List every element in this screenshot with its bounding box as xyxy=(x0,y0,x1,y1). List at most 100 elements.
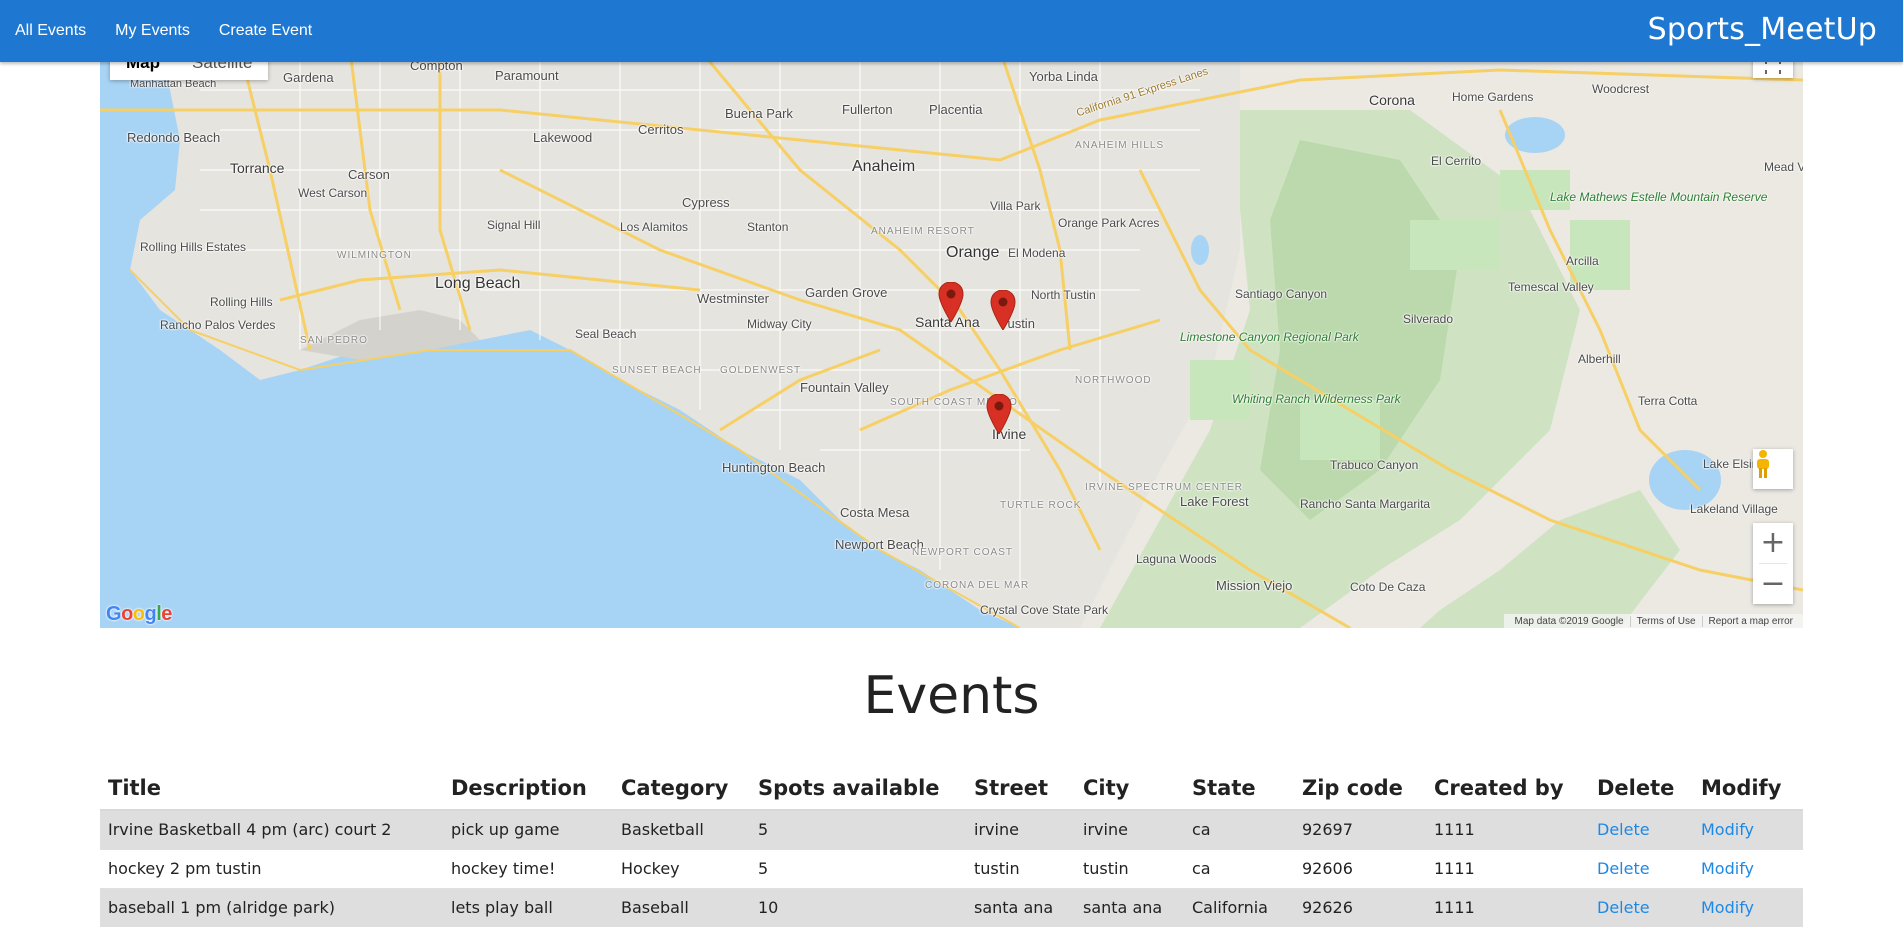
place-paramount: Paramount xyxy=(495,68,559,83)
place-goldenwest: GOLDENWEST xyxy=(720,365,802,376)
place-corona: Corona xyxy=(1369,92,1415,108)
report-map-error-link[interactable]: Report a map error xyxy=(1701,615,1799,627)
place-anaheim-hills: ANAHEIM HILLS xyxy=(1075,140,1165,151)
cell-state: California xyxy=(1184,887,1294,927)
place-gardena: Gardena xyxy=(283,70,334,85)
column-header-title: Title xyxy=(100,767,443,811)
cell-zip: 92606 xyxy=(1294,848,1426,888)
place-sunset-beach: SUNSET BEACH xyxy=(612,365,702,376)
cell-description: lets play ball xyxy=(443,887,613,927)
cell-zip: 92697 xyxy=(1294,809,1426,849)
cell-delete: Delete xyxy=(1589,809,1693,849)
place-lakeland-village: Lakeland Village xyxy=(1690,502,1778,516)
place-stanton: Stanton xyxy=(747,220,789,234)
place-fullerton: Fullerton xyxy=(842,102,893,117)
cell-created-by: 1111 xyxy=(1426,809,1589,849)
column-header-created-by: Created by xyxy=(1426,767,1589,811)
place-los-alamitos: Los Alamitos xyxy=(620,220,689,234)
place-lake-elsinore: Lake Elsin xyxy=(1703,457,1759,471)
place-lake-forest: Lake Forest xyxy=(1180,494,1249,509)
place-wilmington: WILMINGTON xyxy=(337,250,412,261)
column-header-delete: Delete xyxy=(1589,767,1693,811)
cell-city: irvine xyxy=(1075,809,1184,849)
table-row: hockey 2 pm tustin hockey time! Hockey 5… xyxy=(100,848,1803,888)
zoom-in-button[interactable]: + xyxy=(1753,523,1793,563)
place-villa-park: Villa Park xyxy=(990,199,1041,213)
place-rolling-hills: Rolling Hills xyxy=(210,295,273,309)
zoom-out-button[interactable]: − xyxy=(1753,564,1793,604)
cell-description: hockey time! xyxy=(443,848,613,888)
place-corona-del-mar: CORONA DEL MAR xyxy=(925,580,1030,591)
place-midway-city: Midway City xyxy=(747,317,812,331)
place-signal-hill: Signal Hill xyxy=(487,218,541,232)
place-san-pedro: SAN PEDRO xyxy=(300,335,368,346)
column-header-city: City xyxy=(1075,767,1184,811)
place-irvine-spectrum: IRVINE SPECTRUM CENTER xyxy=(1085,482,1243,493)
place-mead-valley: Mead V xyxy=(1764,160,1803,174)
place-anaheim: Anaheim xyxy=(852,158,916,175)
modify-link[interactable]: Modify xyxy=(1701,898,1754,917)
place-huntington-beach: Huntington Beach xyxy=(722,460,826,475)
cell-street: santa ana xyxy=(966,887,1075,927)
map-attribution: Map data ©2019 Google Terms of Use Repor… xyxy=(1504,614,1803,628)
place-terra-cotta: Terra Cotta xyxy=(1638,394,1698,408)
delete-link[interactable]: Delete xyxy=(1597,859,1650,878)
place-woodcrest: Woodcrest xyxy=(1592,82,1650,96)
table-header-row: Title Description Category Spots availab… xyxy=(100,767,1803,811)
place-laguna-woods: Laguna Woods xyxy=(1136,552,1217,566)
place-home-gardens: Home Gardens xyxy=(1452,90,1534,104)
cell-category: Hockey xyxy=(613,848,750,888)
cell-modify: Modify xyxy=(1693,848,1803,888)
place-turtle-rock: TURTLE ROCK xyxy=(1000,500,1082,511)
events-map[interactable]: Manhattan Beach Gardena Compton Paramoun… xyxy=(100,50,1803,628)
google-logo[interactable]: Google xyxy=(106,603,172,626)
map-data-credit: Map data ©2019 Google xyxy=(1514,615,1624,627)
column-header-state: State xyxy=(1184,767,1294,811)
column-header-spots: Spots available xyxy=(750,767,966,811)
place-cerritos: Cerritos xyxy=(638,122,684,137)
street-view-button[interactable] xyxy=(1753,449,1793,489)
table-row: baseball 1 pm (alridge park) lets play b… xyxy=(100,887,1803,927)
delete-link[interactable]: Delete xyxy=(1597,820,1650,839)
nav-create-event[interactable]: Create Event xyxy=(219,22,312,40)
cell-created-by: 1111 xyxy=(1426,848,1589,888)
place-trabuco-canyon: Trabuco Canyon xyxy=(1330,458,1419,472)
place-alberhill: Alberhill xyxy=(1578,352,1621,366)
event-marker-tustin[interactable] xyxy=(990,290,1016,330)
pegman-icon xyxy=(1757,450,1769,478)
nav-all-events[interactable]: All Events xyxy=(15,22,86,40)
cell-street: irvine xyxy=(966,809,1075,849)
terms-of-use-link[interactable]: Terms of Use xyxy=(1629,615,1702,627)
cell-category: Basketball xyxy=(613,809,750,849)
cell-street: tustin xyxy=(966,848,1075,888)
modify-link[interactable]: Modify xyxy=(1701,820,1754,839)
place-garden-grove: Garden Grove xyxy=(805,285,888,300)
place-silverado: Silverado xyxy=(1403,312,1454,326)
cell-spots: 5 xyxy=(750,848,966,888)
place-newport-beach: Newport Beach xyxy=(835,537,924,552)
place-santiago-canyon: Santiago Canyon xyxy=(1235,287,1328,301)
cell-city: tustin xyxy=(1075,848,1184,888)
place-temescal-valley: Temescal Valley xyxy=(1508,280,1594,294)
modify-link[interactable]: Modify xyxy=(1701,859,1754,878)
event-marker-irvine[interactable] xyxy=(986,394,1012,434)
brand-title[interactable]: Sports_MeetUp xyxy=(1648,12,1877,47)
place-rolling-hills-estates: Rolling Hills Estates xyxy=(140,240,247,254)
nav-my-events[interactable]: My Events xyxy=(115,22,190,40)
delete-link[interactable]: Delete xyxy=(1597,898,1650,917)
cell-title: baseball 1 pm (alridge park) xyxy=(100,887,443,927)
place-rancho-palos-verdes: Rancho Palos Verdes xyxy=(160,318,276,332)
event-marker-santa-ana[interactable] xyxy=(938,282,964,322)
place-lakewood: Lakewood xyxy=(533,130,593,145)
place-mission-viejo: Mission Viejo xyxy=(1216,578,1293,593)
place-orange: Orange xyxy=(946,244,1000,261)
place-whiting-ranch: Whiting Ranch Wilderness Park xyxy=(1232,392,1401,406)
place-west-carson: West Carson xyxy=(298,186,368,200)
place-redondo-beach: Redondo Beach xyxy=(127,130,221,145)
events-heading: Events xyxy=(863,666,1040,726)
place-anaheim-resort: ANAHEIM RESORT xyxy=(871,226,975,237)
place-torrance: Torrance xyxy=(230,160,285,176)
place-rancho-santa-margarita: Rancho Santa Margarita xyxy=(1300,497,1431,511)
place-carson: Carson xyxy=(348,167,390,182)
cell-delete: Delete xyxy=(1589,848,1693,888)
